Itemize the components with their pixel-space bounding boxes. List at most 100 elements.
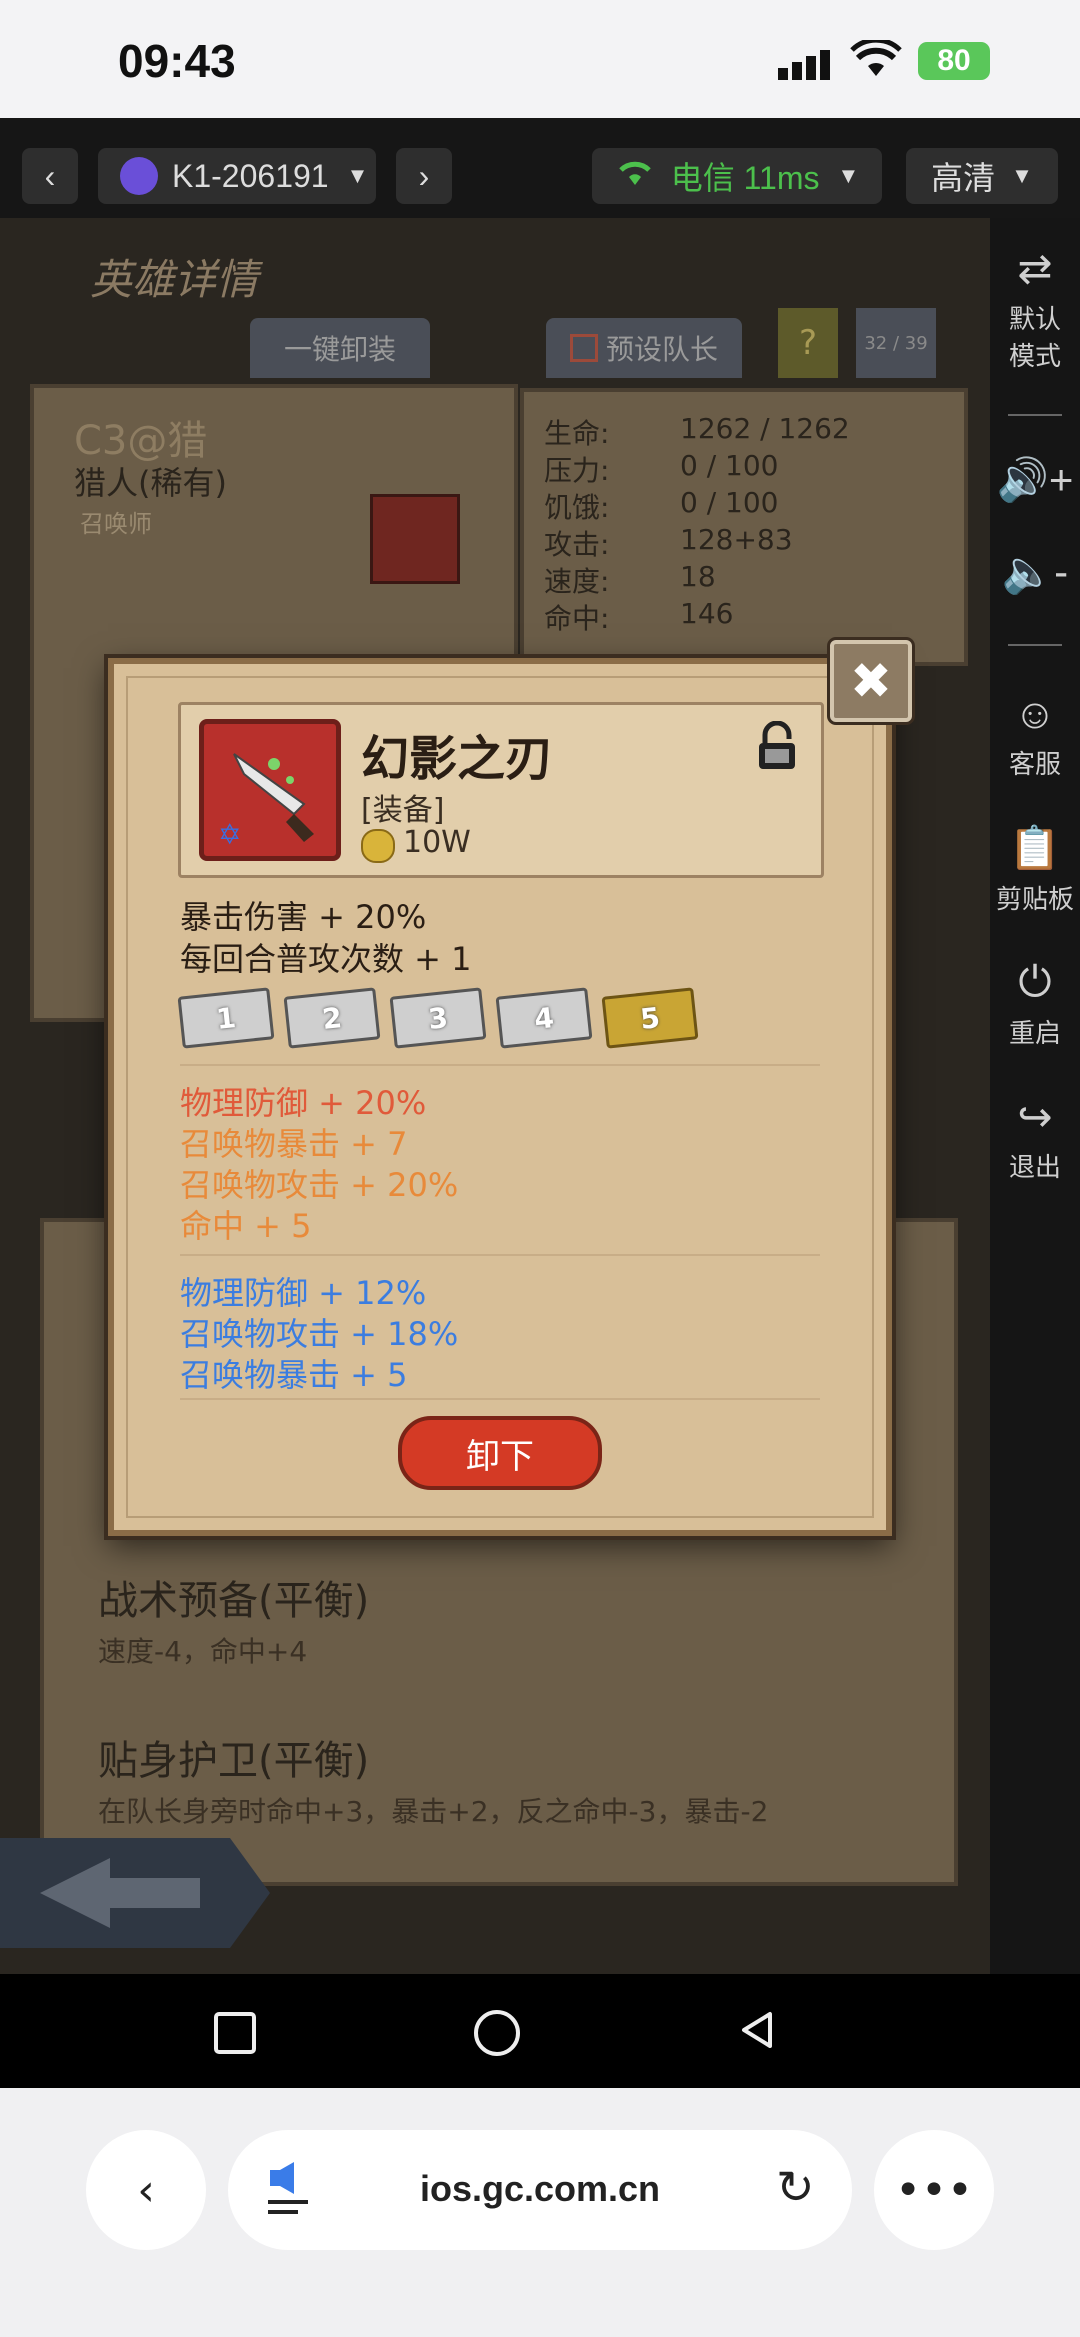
network-label: 电信 11ms: [670, 160, 820, 196]
volume-up-button[interactable]: 🔊+: [990, 456, 1080, 511]
stat-value: 18: [680, 560, 716, 593]
count-label: 32 / 39: [864, 332, 928, 354]
trait-name: 战术预备(平衡): [98, 1578, 370, 1624]
divider: [180, 1064, 820, 1066]
volume-down-button[interactable]: 🔈-: [990, 548, 1080, 603]
power-icon: ⏻: [1018, 958, 1052, 1005]
stat-label: 饥饿:: [544, 491, 610, 524]
bonus-stat: 召唤物攻击 + 18%: [180, 1315, 459, 1353]
reload-icon[interactable]: ↻: [776, 2160, 815, 2214]
browser-toolbar: ‹ ios.gc.com.cn ↻ •••: [0, 2088, 1080, 2337]
count-badge: 32 / 39: [856, 308, 936, 378]
tier-tag-4[interactable]: 4: [495, 987, 593, 1049]
browser-back-button[interactable]: ‹: [86, 2130, 206, 2250]
divider: [180, 1254, 820, 1256]
unequip-label: 卸下: [466, 1436, 534, 1477]
caret-down-icon: ▼: [1011, 163, 1033, 188]
support-button[interactable]: ☺ 客服: [990, 690, 1080, 781]
clipboard-label: 剪贴板: [995, 884, 1074, 914]
cloud-toolbar: ‹ K1-206191 ▼ › 电信 11ms ▼ 高清 ▼: [0, 118, 1080, 218]
hero-class: 猎人(稀有): [74, 464, 227, 502]
close-modal-button[interactable]: ✖: [830, 640, 912, 722]
separator: [1008, 414, 1062, 416]
tier-label: 4: [532, 1000, 556, 1036]
stat-row: 饥饿: 0 / 100: [544, 486, 779, 526]
unequip-button[interactable]: 卸下: [398, 1416, 602, 1490]
chevron-left-icon: ‹: [44, 157, 56, 194]
help-button[interactable]: ?: [778, 308, 838, 378]
stat-row: 生命: 1262 / 1262: [544, 412, 850, 452]
tier-label: 3: [426, 1000, 450, 1036]
stat-row: 攻击: 128+83: [544, 523, 793, 563]
device-name: K1-206191: [172, 157, 329, 194]
recents-button[interactable]: [214, 2012, 256, 2054]
svg-text:✡: ✡: [218, 818, 241, 851]
support-icon: ☺: [1013, 690, 1057, 737]
support-label: 客服: [1008, 749, 1061, 779]
tier-tag-1[interactable]: 1: [177, 987, 275, 1049]
back-arrow-button[interactable]: [0, 1838, 270, 1948]
clipboard-button[interactable]: 📋 剪贴板: [990, 824, 1080, 916]
item-detail-modal: ✡ 幻影之刃 [装备] 10W 暴击伤害 + 20% 每回合普攻次数 + 1 1…: [108, 658, 892, 1536]
hero-role: 召唤师: [80, 510, 152, 538]
control-sidebar: ⇄ 默认 模式 🔊+ 🔈- ☺ 客服 📋 剪贴板 ⏻ 重启 ↪ 退出: [990, 218, 1080, 1974]
mode-toggle[interactable]: ⇄ 默认 模式: [990, 244, 1080, 373]
stat-value: 128+83: [680, 523, 793, 556]
preset-leader-toggle[interactable]: 预设队长: [546, 318, 742, 378]
bonus-stat: 召唤物暴击 + 5: [180, 1356, 408, 1394]
wifi-icon: [850, 37, 902, 80]
bonus-stat: 命中 + 5: [180, 1207, 312, 1245]
status-bar: 09:43 80: [0, 0, 1080, 118]
bonus-stat: 物理防御 + 12%: [180, 1274, 427, 1312]
tier-label: 5: [638, 1000, 662, 1036]
url-text: ios.gc.com.cn: [419, 2168, 661, 2209]
forward-button[interactable]: ›: [396, 148, 452, 204]
stat-value: 1262 / 1262: [680, 412, 850, 445]
clipboard-icon: 📋: [1008, 824, 1062, 871]
home-button[interactable]: [474, 2010, 520, 2056]
item-name: 幻影之刃: [361, 731, 554, 787]
trait-desc: 速度-4，命中+4: [98, 1635, 308, 1668]
hero-detail-title: 英雄详情: [90, 255, 259, 304]
dagger-icon: ✡: [218, 753, 314, 851]
exit-icon: ↪: [1017, 1093, 1053, 1140]
one-click-unequip-button[interactable]: 一键卸装: [250, 318, 430, 378]
back-button[interactable]: ‹: [22, 148, 78, 204]
stat-label: 速度:: [544, 565, 610, 598]
volume-up-icon: 🔊+: [996, 456, 1074, 503]
swap-icon: ⇄: [1017, 245, 1053, 292]
url-bar[interactable]: ios.gc.com.cn ↻: [228, 2130, 852, 2250]
help-label: ?: [798, 323, 818, 363]
caret-down-icon: ▼: [837, 163, 860, 188]
tier-tag-3[interactable]: 3: [389, 987, 487, 1049]
lock-icon[interactable]: [755, 720, 799, 771]
checkbox-icon: [569, 334, 598, 362]
one-click-unequip-label: 一键卸装: [283, 333, 396, 366]
device-selector[interactable]: K1-206191 ▼: [98, 148, 376, 204]
back-nav-button[interactable]: [736, 2008, 780, 2052]
stat-row: 命中: 146: [544, 597, 733, 637]
item-type: [装备]: [361, 793, 445, 828]
network-selector[interactable]: 电信 11ms ▼: [592, 148, 882, 204]
quality-selector[interactable]: 高清 ▼: [906, 148, 1058, 204]
exit-button[interactable]: ↪ 退出: [990, 1092, 1080, 1184]
battery-level: 80: [937, 44, 971, 77]
quality-label: 高清: [931, 160, 996, 196]
tier-tag-5[interactable]: 5: [601, 987, 699, 1049]
close-icon: ✖: [850, 652, 892, 710]
base-stat: 每回合普攻次数 + 1: [180, 940, 472, 978]
more-button[interactable]: •••: [874, 2130, 994, 2250]
weapon-slot[interactable]: [370, 494, 460, 584]
restart-label: 重启: [1008, 1018, 1061, 1048]
restart-button[interactable]: ⏻ 重启: [990, 958, 1080, 1050]
stat-value: 146: [680, 597, 734, 630]
bonus-stat: 召唤物暴击 + 7: [180, 1125, 408, 1163]
base-stat: 暴击伤害 + 20%: [180, 898, 427, 936]
coin-icon: [361, 829, 395, 863]
hero-stats-panel: 生命: 1262 / 1262 压力: 0 / 100 饥饿: 0 / 100 攻击: 128…: [520, 388, 968, 666]
stat-label: 命中:: [544, 602, 610, 635]
item-icon: ✡: [199, 719, 341, 861]
tier-tag-2[interactable]: 2: [283, 987, 381, 1049]
battery-icon: 80: [918, 42, 990, 80]
chevron-left-icon: ‹: [137, 2164, 155, 2216]
